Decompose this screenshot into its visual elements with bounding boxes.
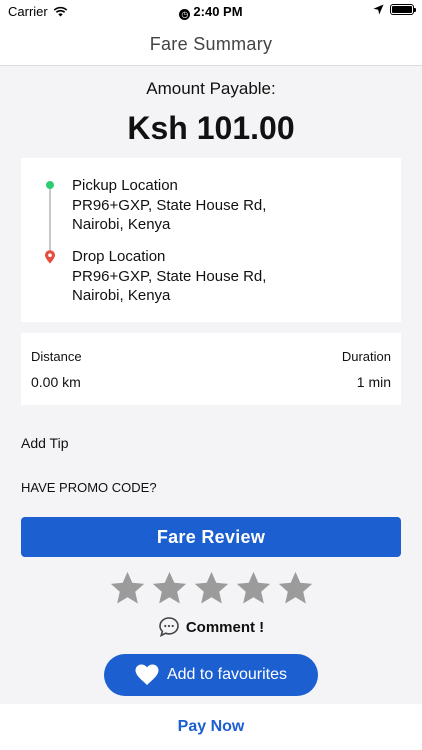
drop-title: Drop Location [72, 248, 166, 265]
pickup-location: Pickup Location PR96+GXP, State House Rd… [72, 176, 266, 234]
promo-code-link[interactable]: HAVE PROMO CODE? [21, 480, 157, 495]
battery-icon [390, 4, 416, 15]
status-right [373, 4, 416, 15]
star-icon[interactable] [235, 570, 272, 607]
add-to-favourites-button[interactable]: Add to favourites [104, 654, 318, 696]
pay-now-button[interactable]: Pay Now [178, 718, 245, 736]
drop-address: PR96+GXP, State House Rd, Nairobi, Kenya [72, 268, 267, 304]
bottom-bar: Pay Now [0, 704, 422, 750]
comment-label: Comment ! [185, 618, 265, 636]
pickup-dot-icon [46, 181, 54, 189]
trip-info-card: Distance 0.00 km Duration 1 min [21, 333, 401, 405]
amount-payable-label: Amount Payable: [146, 79, 276, 98]
star-icon[interactable] [277, 570, 314, 607]
status-center: ◷ 2:40 PM [0, 4, 422, 20]
battery-fill [392, 6, 412, 13]
drop-location: Drop Location PR96+GXP, State House Rd, … [72, 247, 266, 305]
add-to-favourites-label: Add to favourites [166, 666, 288, 683]
page-title: Fare Summary [149, 34, 273, 54]
heart-icon [135, 664, 159, 685]
status-time: 2:40 PM [193, 4, 243, 19]
drop-pin-icon [45, 250, 55, 264]
nav-bar: Fare Summary [0, 22, 422, 66]
alarm-icon: ◷ [179, 9, 191, 20]
duration-value: 1 min [356, 374, 391, 390]
amount-payable-value: Ksh 101.00 [127, 110, 295, 146]
star-icon[interactable] [151, 570, 188, 607]
distance-label: Distance [31, 349, 82, 364]
location-arrow-icon [373, 4, 384, 15]
status-bar: Carrier ◷ 2:40 PM [0, 0, 422, 22]
comment-button[interactable]: Comment ! [0, 616, 422, 638]
star-rating [0, 570, 422, 607]
distance-value: 0.00 km [31, 374, 81, 390]
route-line [49, 189, 51, 252]
comment-bubble-icon [159, 617, 179, 638]
route-card: Pickup Location PR96+GXP, State House Rd… [21, 158, 401, 322]
star-icon[interactable] [109, 570, 146, 607]
duration-label: Duration [341, 349, 391, 364]
pickup-address: PR96+GXP, State House Rd, Nairobi, Kenya [72, 197, 267, 233]
add-tip-link[interactable]: Add Tip [21, 435, 68, 451]
star-icon[interactable] [193, 570, 230, 607]
fare-review-button[interactable]: Fare Review [21, 517, 401, 557]
pickup-title: Pickup Location [72, 177, 178, 194]
